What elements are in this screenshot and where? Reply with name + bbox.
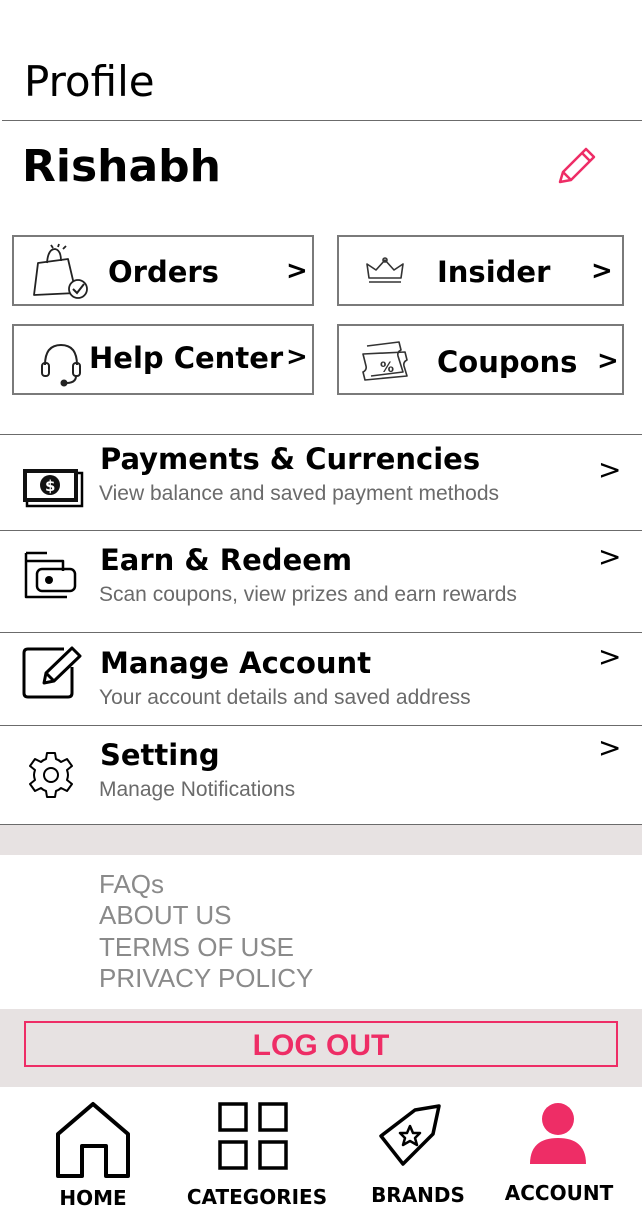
edit-profile-button[interactable] [552,142,600,190]
chevron-right-icon: > [286,256,308,286]
help-center-tile[interactable]: Help Center > [12,324,314,395]
page-title: Profile [24,57,155,106]
gear-icon [29,752,73,798]
nav-label: CATEGORIES [186,1185,328,1209]
menu-item-manage-account[interactable]: Manage Account Your account details and … [0,633,642,725]
tile-label-insider: Insider [437,255,551,289]
svg-text:$: $ [45,477,55,495]
menu-item-title: Payments & Currencies [100,442,481,476]
headset-icon [41,343,81,387]
chevron-right-icon: > [598,640,622,673]
shopping-bag-icon [33,243,88,299]
orders-tile[interactable]: Orders > [12,235,314,306]
chevron-right-icon: > [591,256,613,286]
nav-categories[interactable]: CATEGORIES [182,1092,332,1222]
tile-label-coupons: Coupons [437,345,578,379]
menu-item-title: Setting [100,738,220,772]
menu-item-title: Manage Account [100,646,372,680]
cash-icon: $ [23,469,84,508]
menu-item-setting[interactable]: Setting Manage Notifications > [0,726,642,824]
tile-label-orders: Orders [108,255,219,289]
grid-icon [218,1102,288,1170]
menu-item-subtitle: Your account details and saved address [99,686,471,709]
nav-brands[interactable]: BRANDS [343,1092,493,1222]
chevron-right-icon: > [597,346,619,376]
chevron-right-icon: > [598,731,622,764]
insider-tile[interactable]: Insider > [337,235,624,306]
logout-label: LOG OUT [252,1029,390,1062]
tile-label-help-center: Help Center [89,341,284,375]
nav-label: HOME [59,1186,127,1210]
wallet-icon [24,551,77,599]
footer-link-about-us[interactable]: ABOUT US [99,900,231,930]
crown-icon [366,257,404,283]
footer-link-privacy[interactable]: PRIVACY POLICY [99,963,313,993]
chevron-right-icon: > [598,453,622,486]
nav-home[interactable]: HOME [18,1092,168,1222]
user-icon [530,1103,586,1164]
section-separator [0,825,642,855]
nav-label: ACCOUNT [504,1181,614,1205]
menu-item-title: Earn & Redeem [100,543,353,577]
nav-account[interactable]: ACCOUNT [484,1092,634,1222]
header-divider [2,120,642,121]
edit-square-icon [22,646,82,699]
chevron-right-icon: > [286,342,308,372]
footer-link-terms[interactable]: TERMS OF USE [99,932,294,962]
user-name: Rishabh [22,141,221,192]
pencil-icon [558,147,596,184]
menu-item-payments[interactable]: $ Payments & Currencies View balance and… [0,435,642,530]
coupons-tile[interactable]: % Coupons > [337,324,624,395]
tag-icon [379,1104,441,1166]
nav-label: BRANDS [371,1183,465,1207]
chevron-right-icon: > [598,540,622,573]
logout-button[interactable]: LOG OUT [24,1021,618,1067]
menu-item-subtitle: View balance and saved payment methods [99,482,500,505]
menu-item-subtitle: Scan coupons, view prizes and earn rewar… [99,583,517,606]
svg-text:%: % [380,360,394,376]
menu-item-subtitle: Manage Notifications [99,778,296,801]
menu-item-earn-redeem[interactable]: Earn & Redeem Scan coupons, view prizes … [0,531,642,632]
footer-link-faqs[interactable]: FAQs [99,869,164,899]
home-icon [56,1102,130,1178]
coupon-icon: % [362,341,408,381]
